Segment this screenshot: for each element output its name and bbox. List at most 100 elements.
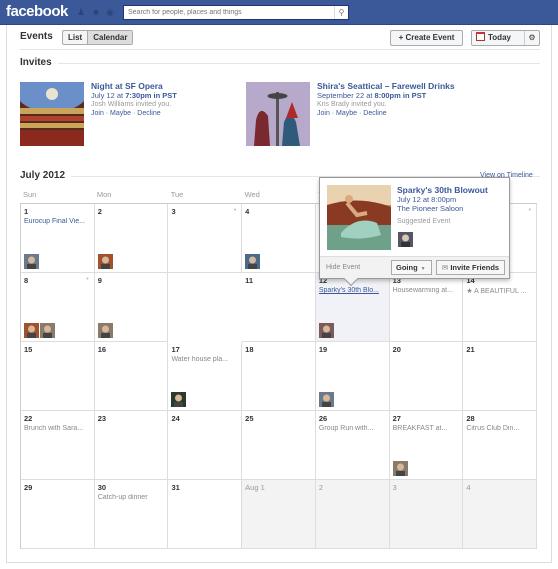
attendee-avatars — [24, 254, 39, 269]
calendar-day-cell[interactable]: 26 Group Run with... — [315, 411, 390, 480]
notifications-icon[interactable]: ◉ — [105, 7, 115, 17]
friend-avatar[interactable] — [398, 232, 413, 247]
friend-avatar[interactable] — [392, 461, 408, 476]
search-input[interactable] — [124, 6, 329, 19]
event-photo-opera[interactable] — [20, 82, 84, 146]
calendar-day-cell[interactable]: 2 — [94, 204, 169, 273]
friend-avatar[interactable] — [97, 254, 113, 269]
day-number: 3 — [392, 483, 397, 492]
calendar-day-cell[interactable]: 8 • — [21, 273, 95, 342]
calendar-day-cell[interactable]: 31 — [168, 480, 243, 549]
friend-avatar[interactable] — [24, 323, 39, 338]
calendar-event-link[interactable]: BREAKFAST at... — [393, 425, 460, 432]
calendar-day-cell[interactable]: 1 Eurocup Final Vie... — [21, 204, 95, 273]
gear-icon[interactable]: ⚙ — [524, 31, 539, 45]
calendar-day-cell[interactable]: 22 Brunch with Sara... — [21, 411, 95, 480]
calendar-day-cell[interactable]: 4 — [242, 204, 316, 273]
friend-avatar[interactable] — [171, 392, 187, 407]
day-number: Aug 1 — [245, 483, 265, 492]
calendar-day-cell[interactable]: Aug 1 — [242, 480, 316, 549]
day-number: 2 — [97, 207, 102, 216]
calendar-event-link[interactable]: Citrus Club Din... — [466, 425, 533, 432]
popover-location[interactable]: The Pioneer Saloon — [397, 204, 488, 213]
hide-event-link[interactable]: Hide Event — [326, 264, 360, 271]
calendar-event-link[interactable]: Catch-up dinner — [98, 494, 165, 501]
calendar-event-link[interactable]: Eurocup Final Vie... — [24, 218, 91, 225]
friend-avatar[interactable] — [97, 323, 113, 338]
calendar-day-cell[interactable]: 23 — [94, 411, 169, 480]
calendar-day-cell[interactable]: 18 — [242, 342, 316, 411]
calendar-event-link[interactable]: Sparky's 30th Blo... — [319, 287, 386, 294]
calendar-day-cell[interactable]: 30 Catch-up dinner — [94, 480, 169, 549]
calendar-day-cell[interactable]: 9 — [94, 273, 169, 342]
going-dropdown[interactable]: Going ▼ — [391, 260, 432, 275]
calendar-week-row: 22 Brunch with Sara... 23 24 25 26 Group Run w… — [21, 411, 538, 480]
day-number: 9 — [97, 276, 102, 285]
calendar-day-cell[interactable]: 16 — [94, 342, 169, 411]
calendar-day-cell[interactable]: 20 — [389, 342, 464, 411]
calendar-event-link[interactable]: Brunch with Sara... — [24, 425, 91, 432]
calendar-event-link[interactable]: Group Run with... — [319, 425, 386, 432]
calendar-event-link[interactable]: ★ A BEAUTIFUL ... — [466, 287, 533, 295]
day-number: 21 — [466, 345, 475, 354]
friend-avatar[interactable] — [318, 392, 334, 407]
calendar-day-cell[interactable]: 21 — [463, 342, 538, 411]
invite-by: Kris Brady invited you. — [317, 101, 387, 108]
calendar-day-cell[interactable]: 27 BREAKFAST at... — [389, 411, 464, 480]
weekday-header: Sun — [23, 190, 37, 199]
location-pin-icon: • — [233, 207, 237, 214]
invite-time: 8:00pm in PST — [374, 91, 427, 100]
calendar-day-cell[interactable]: 24 — [168, 411, 243, 480]
calendar-day-cell[interactable]: 13 Housewarming at... — [389, 273, 464, 342]
chevron-down-icon: ▼ — [420, 266, 426, 272]
friend-avatar[interactable] — [245, 254, 261, 269]
calendar-day-cell[interactable]: 11 — [242, 273, 316, 342]
event-photo-seattle[interactable] — [246, 82, 310, 146]
day-number: 4 — [466, 483, 471, 492]
attendee-avatars — [24, 323, 55, 338]
invites-heading: Invites — [20, 57, 58, 68]
friend-requests-icon[interactable]: ♟ — [76, 7, 86, 17]
friend-avatar[interactable] — [24, 254, 39, 269]
list-view-tab[interactable]: List — [63, 31, 87, 44]
page-title: Events — [20, 31, 53, 42]
event-photo-sparky[interactable] — [327, 185, 391, 250]
search-icon[interactable]: ⚲ — [334, 6, 348, 19]
attendee-avatars — [318, 323, 334, 338]
calendar-event-link[interactable]: Housewarming at... — [393, 287, 460, 294]
calendar-view-tab[interactable]: Calendar — [87, 31, 133, 44]
messages-icon[interactable]: ■ — [91, 7, 101, 17]
invite-friends-label: Invite Friends — [450, 263, 500, 272]
invite-title[interactable]: Shira's Seattical – Farewell Drinks — [317, 82, 517, 91]
calendar-day-cell[interactable]: 3 — [389, 480, 464, 549]
calendar-day-cell[interactable]: 17 Water house pla... — [168, 342, 243, 411]
today-button[interactable]: Today ⚙ — [471, 30, 540, 46]
calendar-day-cell[interactable]: 28 Citrus Club Din... — [463, 411, 538, 480]
invite-when: September 22 at 8:00pm in PST — [317, 91, 517, 100]
calendar-day-cell[interactable]: 19 — [315, 342, 390, 411]
popover-title[interactable]: Sparky's 30th Blowout — [397, 186, 488, 195]
create-event-button[interactable]: + Create Event — [390, 30, 463, 46]
calendar-week-row: 29 30 Catch-up dinner 31 Aug 1 2 3 4 — [21, 480, 538, 549]
day-number: 18 — [245, 345, 254, 354]
popover-when: July 12 at 8:00pm — [397, 195, 457, 204]
invite-friends-button[interactable]: ✉ Invite Friends — [436, 260, 505, 275]
calendar-day-cell[interactable]: 3 • — [168, 204, 243, 273]
invite-date: July 12 at — [91, 91, 126, 100]
calendar-day-cell[interactable]: 2 — [315, 480, 390, 549]
calendar-day-cell[interactable]: 29 — [21, 480, 95, 549]
friend-avatar[interactable] — [40, 323, 55, 338]
day-number: 2 — [318, 483, 324, 492]
calendar-day-cell[interactable]: 14 ★ A BEAUTIFUL ... — [463, 273, 538, 342]
calendar-day-cell[interactable]: 25 — [242, 411, 316, 480]
calendar-day-cell[interactable]: 4 — [463, 480, 538, 549]
event-popover: Sparky's 30th Blowout July 12 at 8:00pm … — [319, 177, 510, 287]
calendar-day-cell[interactable]: 15 — [21, 342, 95, 411]
attendee-avatars — [171, 392, 187, 407]
invite-actions[interactable]: Join · Maybe · Decline — [317, 109, 517, 118]
attendee-avatars — [97, 254, 113, 269]
calendar-event-link[interactable]: Water house pla... — [171, 356, 238, 363]
facebook-logo[interactable]: facebook — [6, 3, 68, 20]
weekday-header: Mon — [96, 190, 112, 199]
friend-avatar[interactable] — [318, 323, 334, 338]
